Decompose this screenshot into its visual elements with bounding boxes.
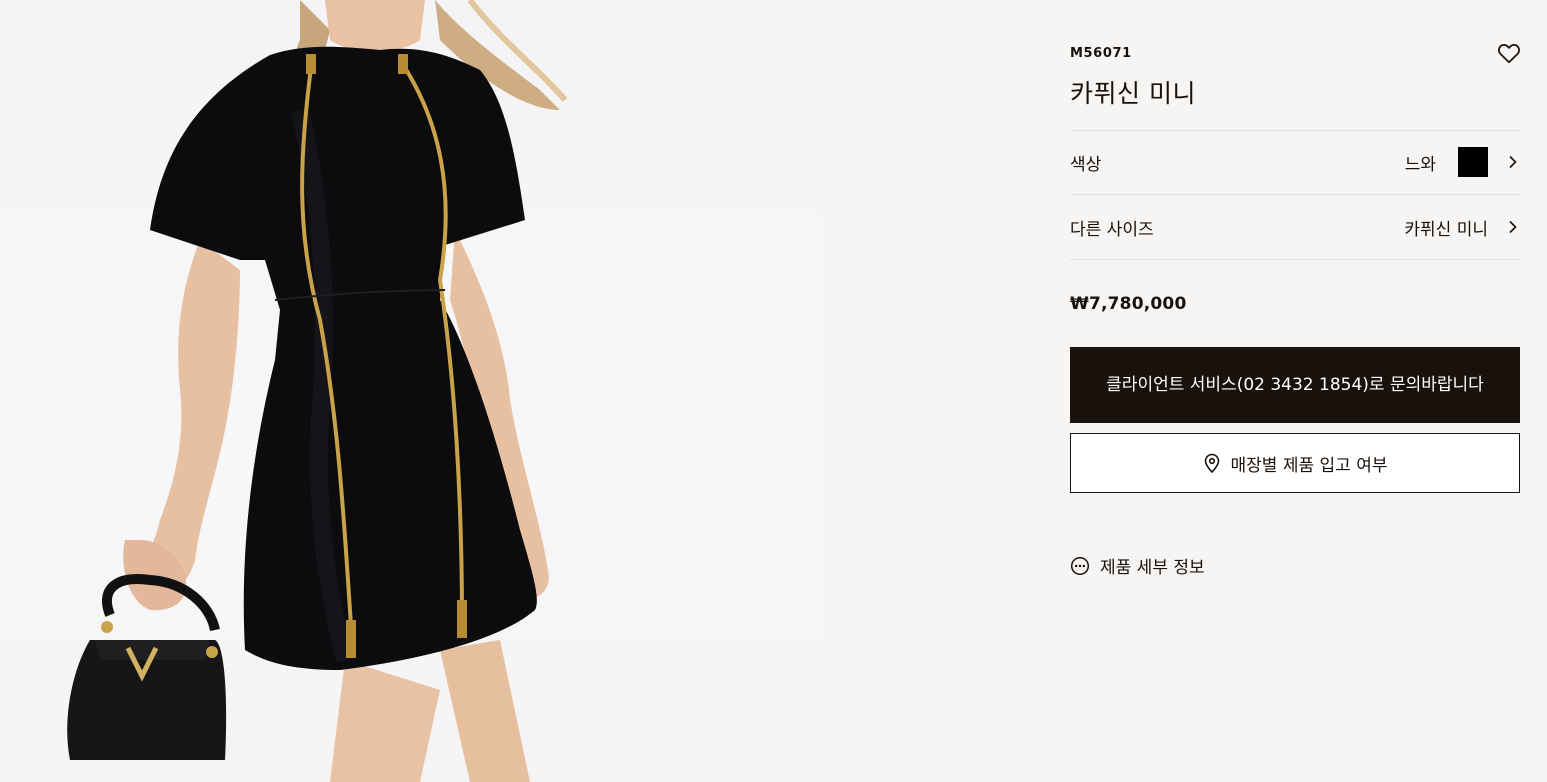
- chevron-right-icon: [1509, 220, 1517, 234]
- color-selector-row[interactable]: 색상 느와: [1070, 130, 1520, 194]
- product-image: [0, 0, 822, 782]
- wishlist-button[interactable]: [1496, 40, 1522, 66]
- size-value-group: 카퓌신 미니: [1404, 215, 1520, 240]
- product-page: M56071 카퓌신 미니 색상 느와 다른 사이즈 카퓌신 미니 ₩7,780…: [0, 0, 1547, 782]
- chevron-right-icon: [1509, 155, 1517, 169]
- size-label: 다른 사이즈: [1070, 219, 1154, 240]
- product-price: ₩7,780,000: [1070, 294, 1187, 314]
- contact-client-service-button[interactable]: 클라이언트 서비스(02 3432 1854)로 문의바랍니다: [1070, 347, 1520, 423]
- size-value: 카퓌신 미니: [1404, 219, 1488, 240]
- model-illustration: [67, 0, 568, 782]
- location-pin-icon: [1204, 453, 1219, 473]
- color-swatch: [1458, 147, 1488, 177]
- product-details-label: 제품 세부 정보: [1100, 558, 1205, 578]
- product-sku: M56071: [1070, 46, 1132, 61]
- product-info-panel: M56071 카퓌신 미니 색상 느와 다른 사이즈 카퓌신 미니 ₩7,780…: [822, 0, 1547, 782]
- color-value: 느와: [1404, 154, 1436, 175]
- color-value-group: 느와: [1405, 147, 1520, 177]
- size-selector-row[interactable]: 다른 사이즈 카퓌신 미니: [1070, 195, 1520, 259]
- divider: [1070, 259, 1520, 260]
- store-availability-button[interactable]: 매장별 제품 입고 여부: [1070, 433, 1520, 493]
- store-availability-label: 매장별 제품 입고 여부: [1230, 455, 1388, 476]
- heart-icon: [1498, 44, 1520, 64]
- product-title: 카퓌신 미니: [1070, 79, 1196, 108]
- color-label: 색상: [1070, 154, 1102, 175]
- more-circle-icon: [1070, 556, 1090, 575]
- product-details-link[interactable]: 제품 세부 정보: [1070, 553, 1205, 578]
